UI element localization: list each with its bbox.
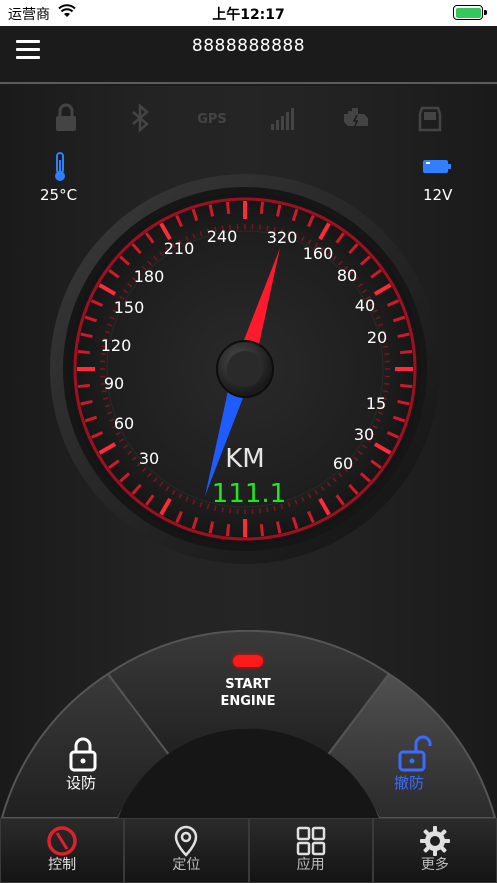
speedometer-gauge: 210 180 150 120 90 60 30 240 320 160 80 …	[50, 174, 440, 564]
grid-icon	[296, 826, 325, 856]
bluetooth-icon	[132, 103, 149, 133]
gauge-label: 15	[366, 394, 386, 413]
tab-apps[interactable]: 应用	[248, 818, 373, 883]
gauge-label: 320	[267, 228, 298, 247]
indicator-row: GPS	[0, 100, 497, 136]
gauge-minor-tick	[384, 353, 390, 356]
compass-icon	[47, 826, 77, 856]
gauge-label: 210	[164, 239, 195, 258]
lock-icon	[56, 103, 76, 131]
gauge-label: 20	[367, 328, 387, 347]
speed-reading: 111.1	[212, 479, 286, 509]
gauge-label: 180	[134, 267, 165, 286]
gauge-tick	[259, 201, 265, 215]
tab-label: 定位	[172, 857, 201, 873]
gauge-label: 120	[101, 336, 132, 355]
gauge-label: 150	[114, 298, 145, 317]
start-engine-indicator[interactable]	[233, 655, 263, 667]
gauge-label: 160	[303, 244, 334, 263]
gps-icon: GPS	[197, 112, 227, 127]
gauge-label: 240	[207, 227, 238, 246]
tab-label: 应用	[296, 857, 325, 873]
svg-text:GPS: GPS	[197, 112, 227, 127]
gauge-tick	[77, 383, 91, 389]
door-icon	[418, 106, 442, 132]
engine-icon	[344, 108, 368, 127]
arm-label: 设防	[66, 774, 97, 792]
status-bar: 运营商 上午12:17	[0, 0, 497, 26]
gauge-tick	[399, 383, 413, 389]
gauge-label: 30	[354, 425, 374, 444]
start-engine-label: START ENGINE	[220, 677, 276, 709]
gauge-tick	[225, 201, 231, 215]
page-title: 8888888888	[191, 36, 306, 56]
tab-control[interactable]: 控制	[0, 818, 125, 883]
gauge-minor-tick	[258, 224, 261, 230]
location-pin-icon	[175, 825, 198, 857]
tab-location[interactable]: 定位	[124, 818, 249, 883]
tab-label: 控制	[48, 857, 77, 873]
gauge-tick	[259, 523, 265, 537]
gauge-tick	[77, 349, 91, 355]
tab-label: 更多	[420, 857, 449, 873]
battery-status-icon	[453, 5, 487, 20]
nav-bar: 8888888888	[0, 26, 497, 84]
gauge-label: 40	[355, 296, 375, 315]
unit-label: KM	[225, 444, 264, 474]
tab-bar: 控制 定位 应用 更多	[0, 818, 497, 883]
tab-more[interactable]: 更多	[372, 818, 497, 883]
gauge-label: 60	[333, 454, 353, 473]
signal-icon	[271, 108, 294, 130]
gauge-minor-tick	[103, 397, 109, 400]
gear-icon	[419, 826, 450, 856]
disarm-label: 撤防	[394, 774, 425, 792]
gauge-label: 60	[114, 414, 134, 433]
gauge-label: 80	[337, 266, 357, 285]
gauge-tick	[399, 349, 413, 355]
gauge-tick	[225, 523, 231, 537]
gauge-label: 90	[104, 374, 124, 393]
clock: 上午12:17	[212, 7, 285, 23]
gauge-minor-tick	[383, 390, 389, 393]
gauge-label: 30	[139, 449, 159, 468]
gauge-minor-tick	[384, 382, 390, 385]
